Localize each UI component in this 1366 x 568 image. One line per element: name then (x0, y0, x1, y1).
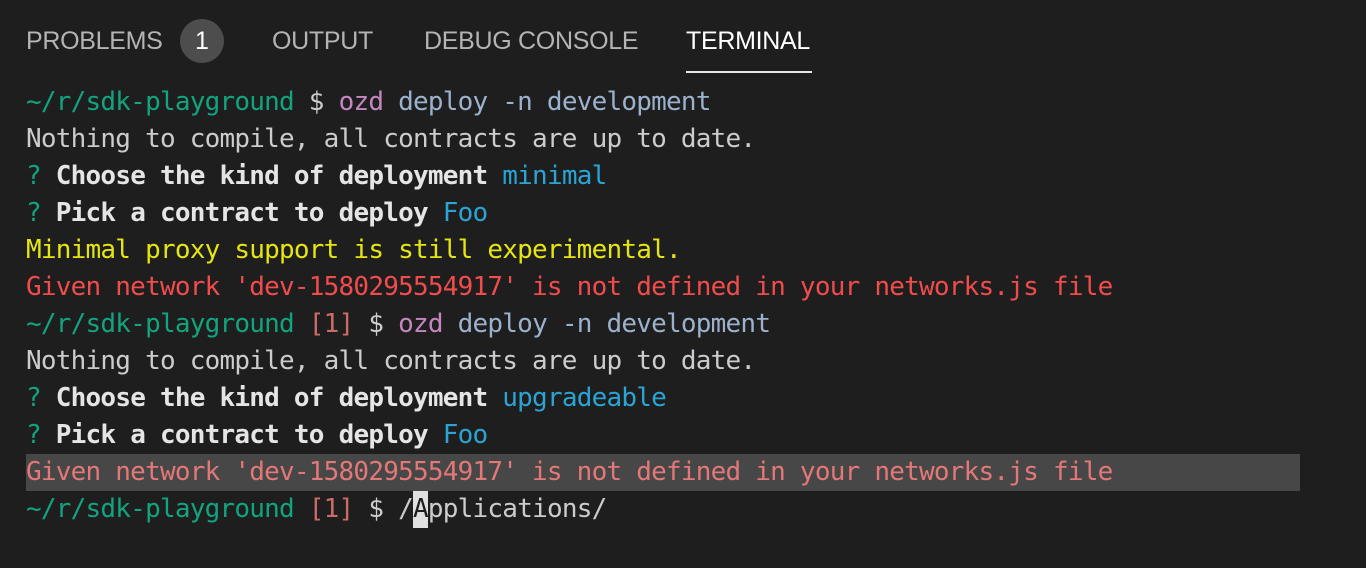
error-text: Given network 'dev-1580295554917' is not… (26, 272, 1113, 302)
output-text: Nothing to compile, all contracts are up… (26, 124, 756, 154)
prompt-symbol: $ (293, 87, 339, 117)
terminal-line: Nothing to compile, all contracts are up… (26, 121, 1346, 158)
command-args: deploy -n development (442, 309, 771, 339)
input-text-before-cursor[interactable]: / (398, 494, 414, 524)
terminal-line: ~/r/sdk-playground [1] $ ozd deploy -n d… (26, 306, 1346, 343)
terminal-line: ? Pick a contract to deploy Foo (26, 195, 1346, 232)
output-text: Nothing to compile, all contracts are up… (26, 346, 756, 376)
question-mark: ? (26, 198, 56, 228)
terminal-line: Minimal proxy support is still experimen… (26, 232, 1346, 269)
terminal-line: ~/r/sdk-playground $ ozd deploy -n devel… (26, 84, 1346, 121)
text-cursor: A (413, 491, 429, 528)
command-args: deploy -n development (383, 87, 711, 117)
terminal-output[interactable]: ~/r/sdk-playground $ ozd deploy -n devel… (26, 84, 1346, 528)
terminal-line: ? Pick a contract to deploy Foo (26, 417, 1346, 454)
question-mark: ? (26, 383, 56, 413)
question-mark: ? (26, 420, 56, 450)
error-text: Given network 'dev-1580295554917' is not… (26, 457, 1113, 487)
tab-terminal[interactable]: TERMINAL (686, 24, 810, 58)
exit-code: [1] (293, 494, 354, 524)
exit-code: [1] (293, 309, 354, 339)
tab-debug-console[interactable]: DEBUG CONSOLE (424, 24, 639, 58)
prompt-path: ~/r/sdk-playground (26, 494, 295, 524)
answer-text: minimal (487, 161, 607, 191)
prompt-path: ~/r/sdk-playground (26, 309, 295, 339)
terminal-panel: PROBLEMS 1 OUTPUT DEBUG CONSOLE TERMINAL… (0, 0, 1366, 568)
panel-tab-bar: PROBLEMS 1 OUTPUT DEBUG CONSOLE TERMINAL (0, 0, 1366, 82)
terminal-line: Given network 'dev-1580295554917' is not… (26, 269, 1346, 306)
tab-output[interactable]: OUTPUT (272, 24, 373, 58)
problems-count-badge: 1 (180, 19, 224, 63)
answer-text: Foo (427, 420, 488, 450)
answer-text: upgradeable (487, 383, 667, 413)
terminal-input-line[interactable]: ~/r/sdk-playground [1] $ /Applications/ (26, 491, 1346, 528)
active-tab-indicator (686, 71, 812, 73)
answer-text: Foo (427, 198, 488, 228)
warning-text: Minimal proxy support is still experimen… (26, 235, 682, 265)
question-text: Choose the kind of deployment (55, 161, 488, 191)
input-text-after-cursor[interactable]: pplications/ (428, 494, 607, 524)
terminal-line-selected[interactable]: Given network 'dev-1580295554917' is not… (26, 454, 1300, 491)
terminal-line: ? Choose the kind of deployment upgradea… (26, 380, 1346, 417)
prompt-symbol: $ (353, 309, 399, 339)
question-mark: ? (26, 161, 56, 191)
question-text: Pick a contract to deploy (55, 420, 429, 450)
question-text: Choose the kind of deployment (55, 383, 488, 413)
prompt-path: ~/r/sdk-playground (26, 87, 295, 117)
tab-problems[interactable]: PROBLEMS (26, 24, 163, 58)
terminal-line: Nothing to compile, all contracts are up… (26, 343, 1346, 380)
terminal-line: ? Choose the kind of deployment minimal (26, 158, 1346, 195)
command-name: ozd (338, 87, 384, 117)
prompt-symbol: $ (353, 494, 399, 524)
question-text: Pick a contract to deploy (55, 198, 429, 228)
command-name: ozd (398, 309, 443, 339)
